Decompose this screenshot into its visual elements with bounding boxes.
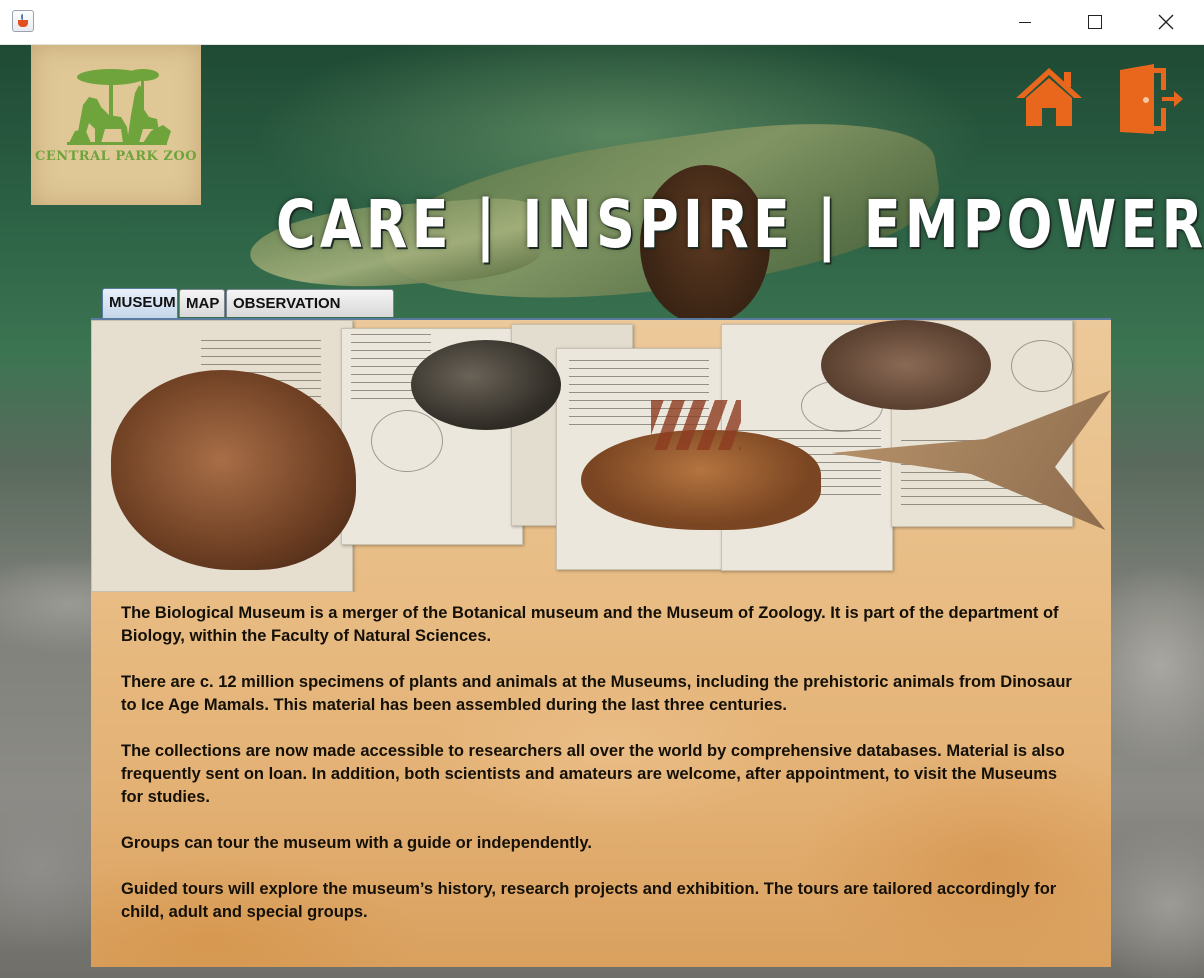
close-button[interactable] [1143, 0, 1189, 44]
maximize-button[interactable] [1072, 0, 1118, 44]
slogan: CARE | INSPIRE | EMPOWER [276, 186, 1204, 263]
museum-panel: The Biological Museum is a merger of the… [91, 318, 1111, 967]
java-cup-icon[interactable] [12, 10, 34, 32]
tab-bar: MUSEUM MAP OBSERVATION CENTER [102, 288, 395, 340]
exit-door-icon [1120, 64, 1183, 134]
home-icon [1016, 68, 1082, 126]
maximize-icon [1088, 15, 1102, 29]
dinosaur-collage-image [91, 320, 1111, 592]
minimize-icon [1019, 21, 1031, 23]
window-titlebar [0, 0, 1204, 45]
tab-map[interactable]: MAP [179, 289, 225, 317]
museum-paragraph: Guided tours will explore the museum’s h… [121, 880, 1057, 921]
home-button[interactable] [1014, 64, 1084, 130]
museum-paragraph: There are c. 12 million specimens of pla… [121, 673, 1072, 714]
museum-paragraph: The Biological Museum is a merger of the… [121, 604, 1059, 645]
tab-museum[interactable]: MUSEUM [102, 288, 178, 318]
museum-description: The Biological Museum is a merger of the… [121, 602, 1081, 947]
exit-button[interactable] [1114, 62, 1184, 136]
tab-observation-center[interactable]: OBSERVATION CENTER [226, 289, 394, 340]
museum-paragraph: The collections are now made accessible … [121, 742, 1065, 806]
museum-paragraph: Groups can tour the museum with a guide … [121, 834, 592, 852]
zoo-logo: CENTRAL PARK ZOO [31, 45, 201, 205]
minimize-button[interactable] [1002, 0, 1048, 44]
close-icon [1158, 14, 1174, 30]
logo-text: CENTRAL PARK ZOO [34, 149, 198, 164]
